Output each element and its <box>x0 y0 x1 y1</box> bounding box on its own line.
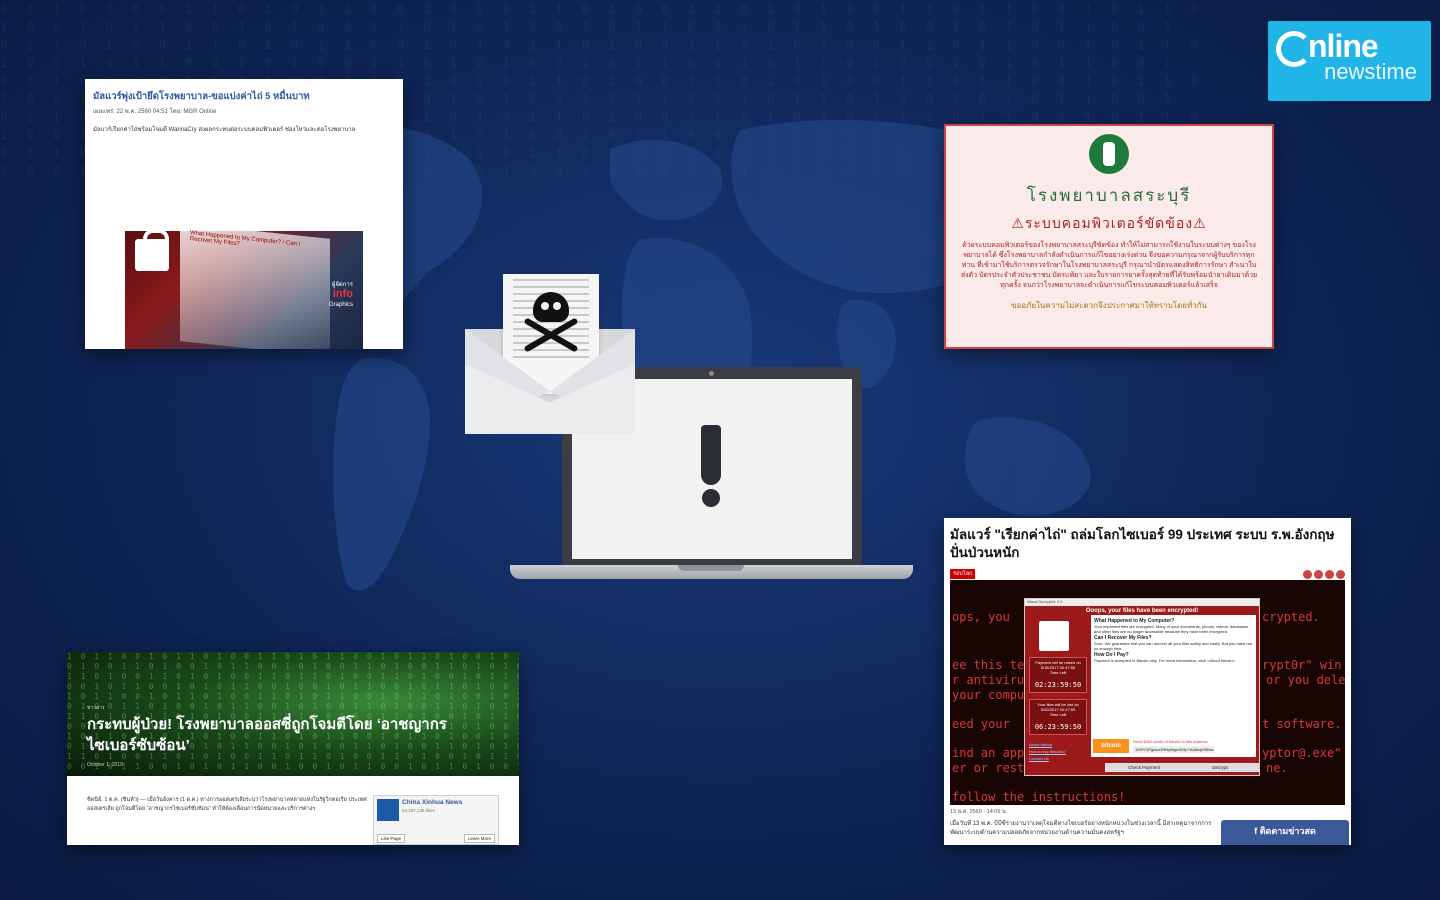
notice-apology: ขออภัยในความไม่สะดวกจึงประกาศมาให้ทราบโด… <box>1010 301 1208 310</box>
share-icon-1[interactable] <box>1303 570 1312 579</box>
card4-tag[interactable]: รอบโลก <box>950 569 976 579</box>
bitcoin-logo: bitcoin <box>1093 739 1129 753</box>
ministry-seal-icon <box>1089 134 1129 174</box>
card4-article-text: เมื่อวันที่ 13 พ.ค. บีบีซีรายงานว่าเหตุโ… <box>950 821 1212 836</box>
info-graphics-brand: ผู้จัดการ info Graphics <box>328 282 353 308</box>
ransom-text-box: What Happened to My Computer? Your import… <box>1091 615 1256 753</box>
window-titlebar: Wana Decrypt0r 2.0 <box>1025 599 1259 606</box>
bitcoin-address[interactable]: 12t9YDPgwueZ9NyMgw519p7AA8isjr6SMw <box>1133 746 1216 753</box>
news-card-xinhua: 1 0 1 1 0 0 1 0 1 1 0 1 0 0 1 1 0 1 0 1 … <box>67 652 519 845</box>
ransom-note-image: What Happened to My Computer? / Can I Re… <box>180 223 330 349</box>
news-card-khaosod: มัลแวร์ "เรียกค่าไถ่" ถล่มโลกไซเบอร์ 99 … <box>944 518 1351 845</box>
exclamation-dot <box>702 489 720 507</box>
card1-meta: เผยแพร่: 22 พ.ค. 2560 04:51 โดย: MGR Onl… <box>93 109 217 115</box>
webcam-icon <box>709 371 714 376</box>
payment-raise-timer: Payment will be raised on 5/16/2017 00:4… <box>1029 657 1087 693</box>
card3-date: October 1, 2019 <box>87 762 123 768</box>
card4-date: 13 พ.ค. 2560 - 14:09 น. <box>950 809 1008 815</box>
window-header: Ooops, your files have been encrypted! <box>1085 608 1199 614</box>
learn-more-button[interactable]: Learn More <box>463 834 495 843</box>
wana-decryptor-window: Wana Decrypt0r 2.0 Ooops, your files hav… <box>1024 598 1260 776</box>
card3-category: ข่าวสาร <box>87 705 105 711</box>
news-card-mgr: มัลแวร์พุ่งเป้ายึดโรงพยาบาล-ขอแบ่งค่าไถ่… <box>85 79 403 349</box>
wannacry-screenshot: ops, you crypted. ee this te rypt0r" win… <box>950 580 1345 805</box>
how-to-buy-link[interactable]: How to buy bitcoins? <box>1029 748 1066 755</box>
about-bitcoin-link[interactable]: About bitcoin <box>1029 741 1066 748</box>
like-page-button[interactable]: Like Page <box>377 834 406 843</box>
share-icon-2[interactable] <box>1314 570 1323 579</box>
fb-page-name[interactable]: China Xinhua News <box>402 799 462 806</box>
logo-o-icon <box>1276 31 1312 67</box>
window-links: About bitcoin How to buy bitcoins? Conta… <box>1029 741 1066 762</box>
padlock-icon <box>1039 621 1069 651</box>
hospital-notice-card: โรงพยาบาลสระบุรี ⚠ระบบคอมพิวเตอร์ขัดข้อง… <box>944 124 1274 349</box>
share-icon-4[interactable] <box>1336 570 1345 579</box>
system-down-heading: ⚠ระบบคอมพิวเตอร์ขัดข้อง⚠ <box>1011 216 1207 232</box>
exclamation-icon <box>701 425 721 485</box>
malicious-email-icon <box>465 274 635 434</box>
bitcoin-address-panel: bitcoin Send $300 worth of bitcoin to th… <box>1091 737 1256 757</box>
follow-news-button[interactable]: f ติดตามข่าวสด <box>1221 820 1349 845</box>
card1-title: มัลแวร์พุ่งเป้ายึดโรงพยาบาล-ขอแบ่งค่าไถ่… <box>93 91 310 102</box>
fb-likes: 84,297,136 likes <box>402 808 435 813</box>
card1-image: What Happened to My Computer? / Can I Re… <box>125 223 363 349</box>
online-newstime-logo: nline newstime <box>1268 21 1431 101</box>
contact-us-link[interactable]: Contact Us <box>1029 755 1066 762</box>
files-lost-timer: Your files will be lost on 5/20/2017 00:… <box>1029 699 1087 735</box>
hospital-name: โรงพยาบาลสระบุรี <box>1026 186 1192 206</box>
card4-headline: มัลแวร์ "เรียกค่าไถ่" ถล่มโลกไซเบอร์ 99 … <box>950 527 1335 560</box>
facebook-page-widget: China Xinhua News 84,297,136 likes Like … <box>373 795 499 845</box>
card1-body: มัลแวร์เรียกค่าไถ่พร้อมโจมตี WannaCry ส่… <box>93 127 356 133</box>
check-payment-button[interactable]: Check Payment <box>1105 763 1183 772</box>
share-icon-3[interactable] <box>1325 570 1334 579</box>
logo-line1: nline <box>1308 28 1379 64</box>
card3-article-text: ซิดนีย์, 1 ต.ค. (ซินหัว) — เมื่อวันอังคา… <box>87 797 367 812</box>
card3-hero: 1 0 1 1 0 0 1 0 1 1 0 1 0 0 1 1 0 1 0 1 … <box>67 652 519 776</box>
padlock-icon <box>135 229 169 271</box>
card3-headline: กระทบผู้ป่วย! โรงพยาบาลออสซี่ถูกโจมตีโดย… <box>87 716 447 754</box>
skull-icon <box>533 292 569 322</box>
xinhua-thumbnail <box>377 799 399 821</box>
notice-body: ด้วยระบบคอมพิวเตอร์ของโรงพยาบาลสระบุรีขั… <box>960 242 1258 289</box>
decrypt-button[interactable]: Decrypt <box>1181 763 1259 772</box>
